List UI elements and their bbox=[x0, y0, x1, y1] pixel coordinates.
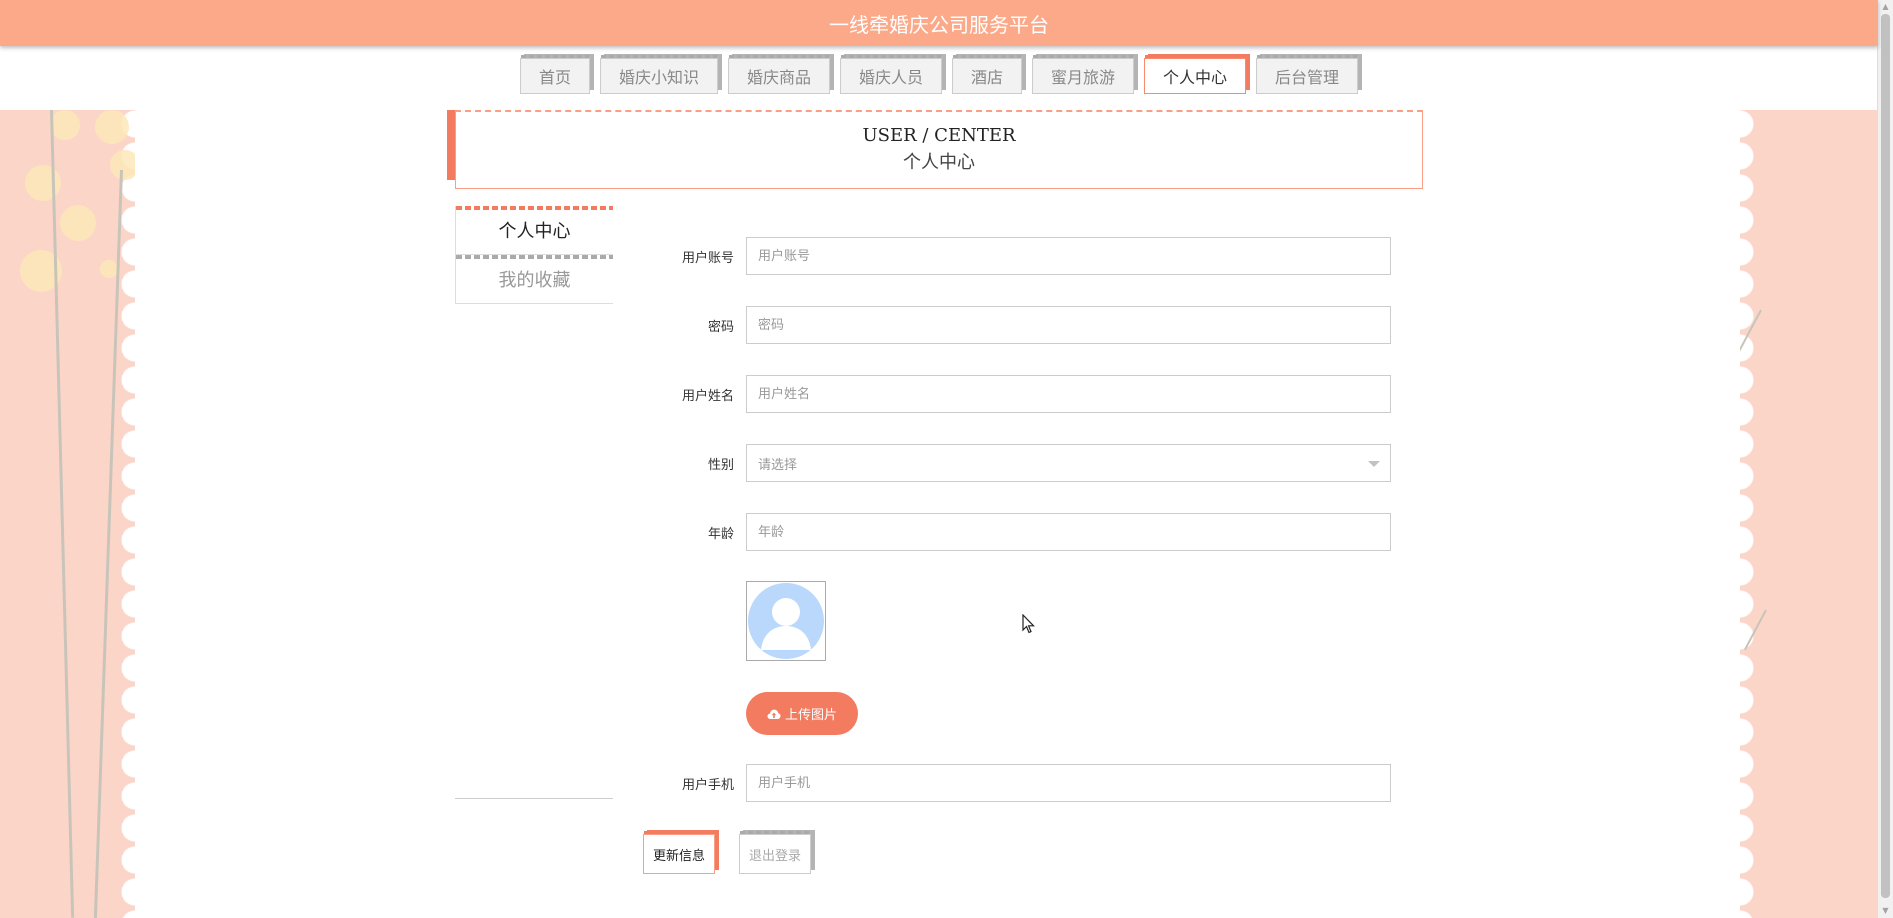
nav-label: 酒店 bbox=[971, 68, 1004, 87]
nav-label: 个人中心 bbox=[1163, 68, 1228, 87]
account-label: 用户账号 bbox=[681, 250, 734, 266]
name-row: 用户姓名 bbox=[660, 374, 1393, 414]
nav-label: 婚庆商品 bbox=[746, 68, 811, 87]
nav-item-wedding-tips[interactable]: 婚庆小知识 bbox=[599, 55, 718, 94]
mouse-cursor-icon bbox=[1022, 614, 1035, 634]
name-label: 用户姓名 bbox=[681, 388, 734, 404]
nav-item-home[interactable]: 首页 bbox=[519, 55, 590, 94]
name-input[interactable] bbox=[746, 375, 1391, 413]
nav-label: 后台管理 bbox=[1275, 68, 1340, 87]
scroll-down-icon[interactable]: ▼ bbox=[1878, 904, 1893, 918]
scroll-up-icon[interactable]: ▲ bbox=[1878, 0, 1893, 14]
gender-selected-value: 请选择 bbox=[758, 457, 798, 473]
bokeh-dot bbox=[25, 165, 61, 201]
avatar-preview bbox=[746, 581, 826, 661]
user-avatar-icon bbox=[748, 583, 824, 659]
gender-label: 性别 bbox=[707, 457, 734, 473]
nav-label: 首页 bbox=[538, 68, 571, 87]
menu-item-favorites[interactable]: 我的收藏 bbox=[455, 255, 613, 304]
scrollbar[interactable]: ▲ ▼ bbox=[1877, 0, 1893, 918]
account-row: 用户账号 bbox=[660, 236, 1393, 276]
chevron-down-icon bbox=[1368, 461, 1380, 467]
phone-label: 用户手机 bbox=[681, 777, 734, 793]
password-row: 密码 bbox=[660, 305, 1393, 345]
page-title-cn: 个人中心 bbox=[903, 152, 975, 173]
bokeh-dot bbox=[50, 110, 80, 140]
update-info-button[interactable]: 更新信息 bbox=[643, 831, 716, 874]
scallop-border bbox=[1740, 110, 1754, 918]
gender-row: 性别 请选择 bbox=[660, 443, 1393, 483]
bokeh-dot bbox=[95, 110, 129, 144]
decorative-stem bbox=[93, 169, 123, 918]
nav-item-honeymoon[interactable]: 蜜月旅游 bbox=[1032, 55, 1135, 94]
nav-label: 婚庆小知识 bbox=[618, 68, 699, 87]
bokeh-dot bbox=[60, 205, 96, 241]
nav-item-wedding-goods[interactable]: 婚庆商品 bbox=[727, 55, 830, 94]
nav-item-user-center[interactable]: 个人中心 bbox=[1144, 55, 1247, 94]
page-title-en: USER / CENTER bbox=[862, 125, 1016, 146]
menu-label: 个人中心 bbox=[498, 221, 571, 242]
user-sidebar-menu: 个人中心 我的收藏 bbox=[455, 206, 613, 304]
decorative-side-right bbox=[1740, 110, 1878, 918]
phone-input[interactable] bbox=[746, 764, 1391, 802]
password-label: 密码 bbox=[707, 319, 734, 335]
page-header: USER / CENTER 个人中心 bbox=[447, 110, 1423, 189]
update-label: 更新信息 bbox=[653, 848, 706, 864]
main-nav: 首页 婚庆小知识 婚庆商品 婚庆人员 酒店 蜜月旅游 个人中心 后台管理 bbox=[0, 55, 1878, 96]
logout-button[interactable]: 退出登录 bbox=[739, 831, 812, 874]
gender-select[interactable]: 请选择 bbox=[746, 444, 1391, 482]
cloud-upload-icon bbox=[767, 709, 781, 719]
nav-item-hotel[interactable]: 酒店 bbox=[952, 55, 1023, 94]
nav-item-wedding-staff[interactable]: 婚庆人员 bbox=[839, 55, 942, 94]
nav-label: 婚庆人员 bbox=[858, 68, 923, 87]
upload-label: 上传图片 bbox=[784, 708, 837, 723]
nav-label: 蜜月旅游 bbox=[1051, 68, 1116, 87]
age-label: 年龄 bbox=[707, 526, 734, 542]
account-input[interactable] bbox=[746, 237, 1391, 275]
app-title-bar: 一线牵婚庆公司服务平台 bbox=[0, 0, 1878, 46]
age-row: 年龄 bbox=[660, 512, 1393, 552]
menu-divider bbox=[455, 798, 613, 799]
menu-label: 我的收藏 bbox=[498, 270, 571, 291]
logout-label: 退出登录 bbox=[749, 848, 802, 864]
nav-item-admin[interactable]: 后台管理 bbox=[1256, 55, 1359, 94]
menu-item-user-center[interactable]: 个人中心 bbox=[455, 206, 613, 255]
header-accent-bar bbox=[447, 110, 455, 180]
phone-row: 用户手机 bbox=[660, 763, 1393, 803]
decorative-side-left bbox=[0, 110, 135, 918]
password-input[interactable] bbox=[746, 306, 1391, 344]
age-input[interactable] bbox=[746, 513, 1391, 551]
upload-image-button[interactable]: 上传图片 bbox=[746, 692, 858, 735]
app-title: 一线牵婚庆公司服务平台 bbox=[829, 12, 1049, 37]
scrollbar-thumb[interactable] bbox=[1881, 14, 1890, 898]
scallop-border bbox=[121, 110, 135, 918]
